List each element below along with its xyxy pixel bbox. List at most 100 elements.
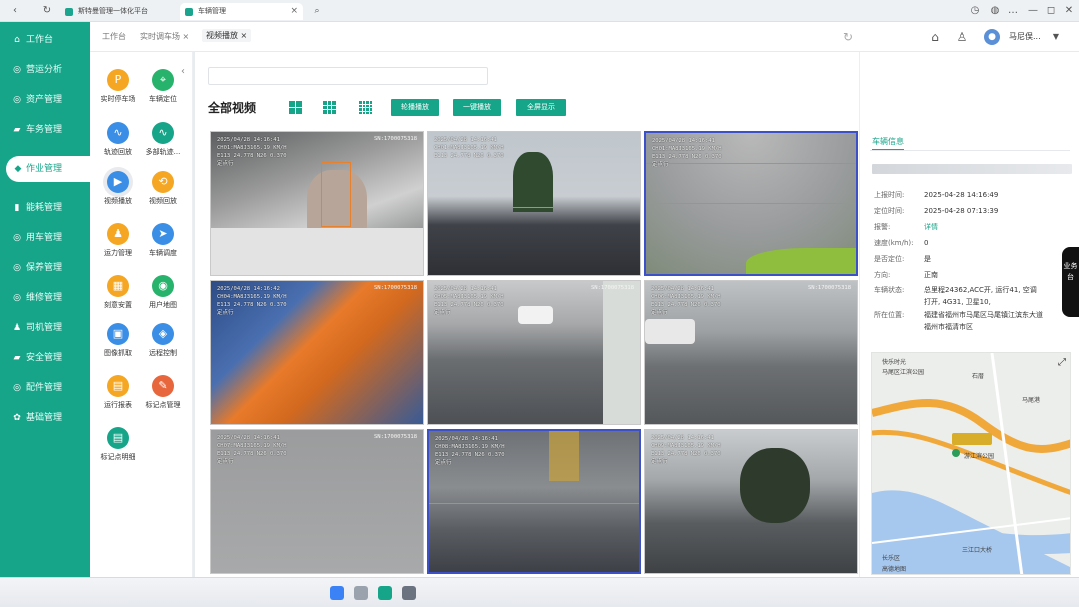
sidebar-item-workbench[interactable]: ⌂ 工作台 <box>0 27 90 53</box>
sidebar-item-vehicles[interactable]: ▰ 车务管理 <box>0 117 90 143</box>
taskbar-app-icon[interactable] <box>330 586 344 600</box>
grid-4x4-icon[interactable] <box>359 101 372 114</box>
fullscreen-button[interactable]: 全屏显示 <box>516 99 566 116</box>
fn-dispatch[interactable]: ➤ 车辆调度 <box>139 221 187 265</box>
sidebar-item-drivers[interactable]: ♟ 司机管理 <box>0 315 90 341</box>
video-overlay-text: 2025/04/28 14:16:41 CH07:MA8J3165.19 KM/… <box>217 435 287 465</box>
tab-vehicle-info[interactable]: 车辆信息 <box>872 136 904 150</box>
fn-parking[interactable]: P 实时停车场 <box>94 67 142 111</box>
video-tile[interactable]: 2025/04/28 14:16:41 CH01:MA8J3165.19 KM/… <box>210 131 424 276</box>
history-icon[interactable]: ◷ <box>968 4 982 18</box>
sidebar-item-repair[interactable]: ◎ 维修管理 <box>0 285 90 311</box>
more-icon[interactable]: … <box>1006 4 1020 18</box>
fn-remote-control[interactable]: ◈ 远程控制 <box>139 321 187 365</box>
fn-user-map[interactable]: ◉ 用户地图 <box>139 273 187 317</box>
tab-divider <box>870 150 1070 151</box>
fn-image-capture[interactable]: ▣ 图像抓取 <box>94 321 142 365</box>
video-tile[interactable]: 2025/04/28 14:16:42 CH04:MA8J3165.19 KM/… <box>210 280 424 425</box>
window-close-icon[interactable]: ✕ <box>1062 4 1076 18</box>
face-detection-box <box>321 162 351 227</box>
back-icon[interactable]: ‹ <box>8 4 22 18</box>
video-play-icon: ▶ <box>107 171 129 193</box>
video-tile[interactable]: 2025/04/28 14:16:41 CH05:MA8J3165.19 KM/… <box>427 280 641 425</box>
reload-icon[interactable]: ↻ <box>40 4 54 18</box>
minimize-icon[interactable]: — <box>1026 4 1040 18</box>
info-row: 上报时间: 2025-04-28 14:16:49 <box>874 190 998 200</box>
taskbar-app-icon[interactable] <box>378 586 392 600</box>
sidebar-item-parts[interactable]: ◎ 配件管理 <box>0 375 90 401</box>
report-icon: ▤ <box>107 375 129 397</box>
fn-label: 视频播放 <box>104 197 132 205</box>
maximize-icon[interactable]: ◻ <box>1044 4 1058 18</box>
location-map[interactable]: ⤢ 快乐时光 马尾区江滨公园 石厝 马尾港 游江滨公园 三江口大桥 长乐区 高德… <box>871 352 1071 575</box>
video-tile[interactable]: 2025/04/28 14:16:41 CH01:MA8J3165.19 KM/… <box>644 131 858 276</box>
fn-label: 车辆定位 <box>149 95 177 103</box>
video-tile[interactable]: 2025/04/28 14:16:41 CH08:MA8J3165.19 KM/… <box>427 429 641 574</box>
tree <box>740 448 810 523</box>
fn-label: 用户地图 <box>149 301 177 309</box>
video-tile[interactable]: 2025/04/28 14:16:41 CH01:MA8J3165.19 KM/… <box>427 131 641 276</box>
taskbar-app-icon[interactable] <box>402 586 416 600</box>
fn-marker-detail[interactable]: ▤ 标记点明细 <box>94 425 142 469</box>
info-label: 所在位置: <box>874 311 905 319</box>
capacity-icon: ♟ <box>107 223 129 245</box>
vehicle-plate-redacted <box>872 164 1072 174</box>
home-icon[interactable]: ⌂ <box>927 29 943 45</box>
browser-tab-2[interactable]: 车辆管理 × <box>180 3 303 20</box>
breadcrumb-workbench[interactable]: 工作台 <box>102 31 126 42</box>
breadcrumb-label: 实时调车场 <box>140 32 180 41</box>
expand-icon[interactable]: ⤢ <box>1058 357 1066 368</box>
fn-capacity[interactable]: ♟ 运力管理 <box>94 221 142 265</box>
close-icon[interactable]: × <box>290 3 298 20</box>
close-icon[interactable]: × <box>241 31 248 40</box>
avatar[interactable]: ● <box>984 29 1000 45</box>
breadcrumb-video[interactable]: 视频播放 × <box>202 29 252 42</box>
shirt-icon[interactable]: ♙ <box>954 29 970 45</box>
business-side-tab[interactable]: 业务台 <box>1062 247 1079 317</box>
one-click-play-button[interactable]: 一键播放 <box>453 99 501 116</box>
map-label: 马尾区江滨公园 <box>882 369 925 376</box>
dropdown-icon[interactable]: ▼ <box>1048 29 1064 45</box>
fn-multi-track[interactable]: ∿ 多部轨迹... <box>139 120 187 164</box>
sidebar-item-assets[interactable]: ◎ 资产管理 <box>0 87 90 113</box>
alarm-detail-link[interactable]: 详情 <box>924 223 938 231</box>
fn-placement[interactable]: ▦ 刻意安置 <box>94 273 142 317</box>
search-input[interactable] <box>208 67 488 85</box>
sidebar-item-base[interactable]: ✿ 基础管理 <box>0 405 90 431</box>
sidebar-item-vehicle-use[interactable]: ◎ 用车管理 <box>0 225 90 251</box>
fn-video-play[interactable]: ▶ 视频播放 <box>94 169 142 213</box>
fn-label: 图像抓取 <box>104 349 132 357</box>
grid-2x2-icon[interactable] <box>289 101 302 114</box>
fn-track-replay[interactable]: ∿ 轨迹回放 <box>94 120 142 164</box>
collapse-icon[interactable]: ‹ <box>181 66 191 80</box>
sidebar-item-safety[interactable]: ▰ 安全管理 <box>0 345 90 371</box>
breadcrumb-parking[interactable]: 实时调车场 × <box>140 31 189 42</box>
user-name[interactable]: 马尼俣... <box>1009 31 1041 42</box>
video-tile[interactable]: 2025/04/28 14:16:41 CH07:MA8J3165.19 KM/… <box>210 429 424 574</box>
taskbar-app-icon[interactable] <box>354 586 368 600</box>
globe-icon[interactable]: ◍ <box>988 4 1002 18</box>
map-graphic <box>872 353 1070 574</box>
sidebar-item-label: 车务管理 <box>26 125 63 135</box>
carousel-play-button[interactable]: 轮播播放 <box>391 99 439 116</box>
guide-line <box>429 503 639 504</box>
video-tile[interactable]: 2025/04/28 14:16:41 CH06:MA8J3165.19 KM/… <box>644 280 858 425</box>
search-icon[interactable]: ⌕ <box>310 4 324 18</box>
sidebar-item-maintenance[interactable]: ◎ 保养管理 <box>0 255 90 281</box>
fn-location[interactable]: ⌖ 车辆定位 <box>139 67 187 111</box>
fn-video-replay[interactable]: ⟲ 视频回放 <box>139 169 187 213</box>
grid-3x3-icon[interactable] <box>323 101 336 114</box>
sidebar-item-label: 能耗管理 <box>26 203 63 213</box>
close-icon[interactable]: × <box>183 32 190 41</box>
sidebar-item-label: 保养管理 <box>26 263 63 273</box>
browser-tab-1[interactable]: 斯特曼管理一体化平台 <box>60 3 178 20</box>
fn-label: 运力管理 <box>104 249 132 257</box>
fn-marker[interactable]: ✎ 标记点管理 <box>139 373 187 417</box>
sidebar-item-analysis[interactable]: ◎ 营运分析 <box>0 57 90 83</box>
sidebar-item-operations[interactable]: ◆ 作业管理 <box>6 156 90 182</box>
fn-report[interactable]: ▤ 运行报表 <box>94 373 142 417</box>
sidebar-item-energy[interactable]: ▮ 能耗管理 <box>0 195 90 221</box>
refresh-icon[interactable]: ↻ <box>840 29 856 45</box>
video-tile[interactable]: 2025/04/28 14:16:41 CH09:MA8J3165.19 KM/… <box>644 429 858 574</box>
info-row: 福州市福清市区 <box>874 322 973 332</box>
